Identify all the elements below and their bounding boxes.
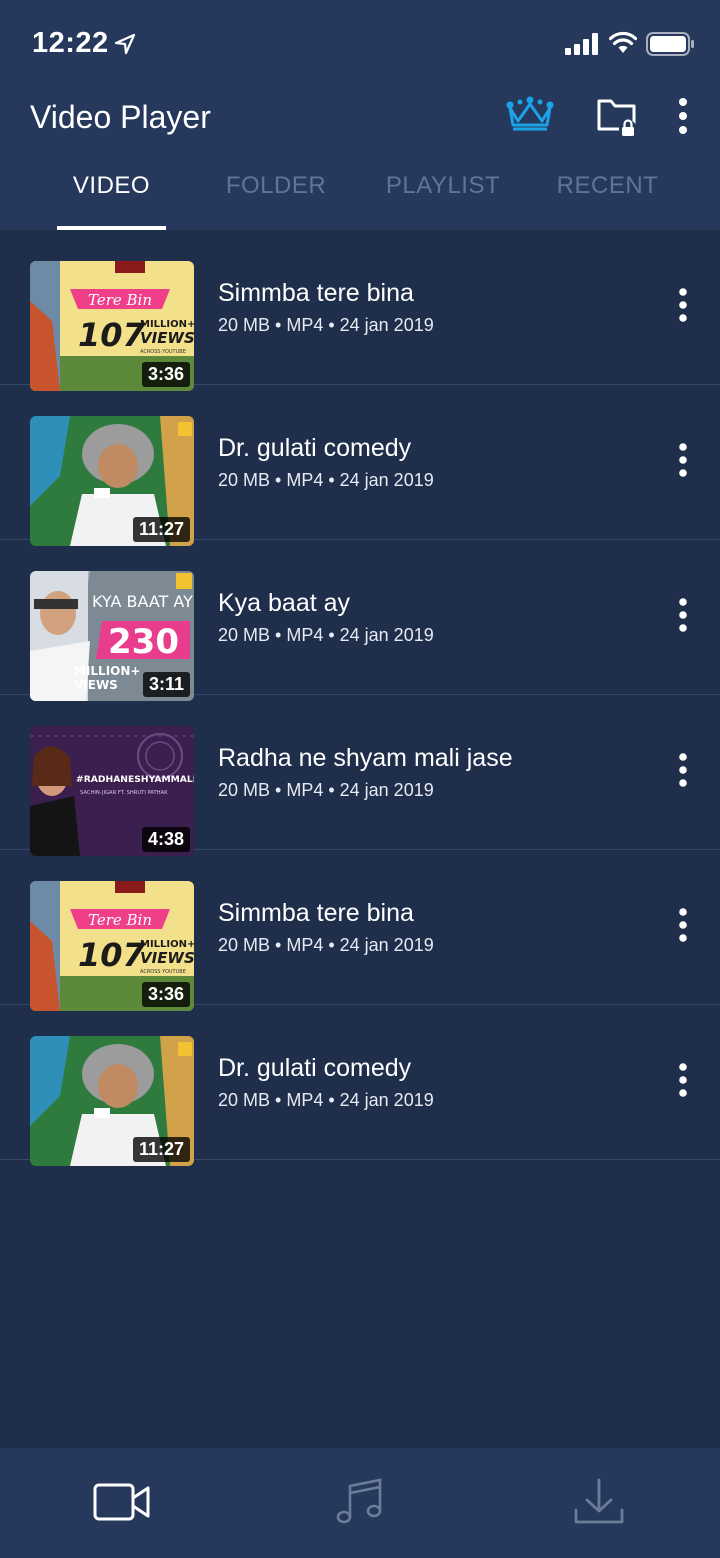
video-title: Simmba tere bina — [218, 899, 414, 927]
video-list-item[interactable]: KYA BAAT AY 230 MILLION+ VIEWS 3:11 Kya … — [0, 540, 720, 701]
thumbnail-caption: VIEWS — [74, 678, 118, 692]
thumbnail-caption: MILLION+ — [74, 664, 140, 678]
video-meta: 20 MB • MP4 • 24 jan 2019 — [218, 315, 434, 335]
video-list-item[interactable]: #RADHANESHYAMMALIJASHE SACHIN-JIGAR FT. … — [0, 695, 720, 856]
thumbnail-caption: 107 — [78, 316, 146, 354]
video-meta: 20 MB • MP4 • 24 jan 2019 — [218, 625, 434, 645]
tab-playlist[interactable]: PLAYLIST — [378, 172, 508, 230]
thumbnail-caption: 107 — [78, 936, 146, 974]
video-duration: 3:36 — [141, 982, 190, 1007]
tab-video[interactable]: VIDEO — [57, 172, 166, 230]
video-list-item[interactable]: Tere Bin 107 MILLION+ VIEWS ACROSS YOUTU… — [0, 230, 720, 391]
video-duration: 11:27 — [132, 1137, 190, 1162]
more-options-icon[interactable] — [670, 288, 696, 322]
folder-lock-icon[interactable] — [596, 95, 638, 137]
more-options-icon[interactable] — [670, 98, 696, 134]
video-meta: 20 MB • MP4 • 24 jan 2019 — [218, 935, 434, 955]
thumbnail-caption: Tere Bin — [88, 291, 152, 309]
video-thumbnail[interactable]: Tere Bin 107 MILLION+ VIEWS ACROSS YOUTU… — [30, 881, 194, 1011]
video-thumbnail[interactable]: #RADHANESHYAMMALIJASHE SACHIN-JIGAR FT. … — [30, 726, 194, 856]
video-title: Radha ne shyam mali jase — [218, 744, 513, 772]
battery-icon — [646, 32, 694, 56]
video-thumbnail[interactable]: Tere Bin 107 MILLION+ VIEWS ACROSS YOUTU… — [30, 261, 194, 391]
tab-folder[interactable]: FOLDER — [216, 172, 336, 230]
thumbnail-caption: VIEWS — [140, 949, 194, 967]
thumbnail-caption: ACROSS YOUTUBE — [140, 349, 186, 355]
video-meta: 20 MB • MP4 • 24 jan 2019 — [218, 780, 434, 800]
bottom-navigation — [0, 1448, 720, 1558]
video-title: Dr. gulati comedy — [218, 1054, 412, 1082]
more-options-icon[interactable] — [670, 1063, 696, 1097]
video-list-item[interactable]: Tere Bin 107 MILLION+ VIEWS ACROSS YOUTU… — [0, 850, 720, 1011]
thumbnail-caption: #RADHANESHYAMMALIJASHE — [76, 774, 194, 785]
video-thumbnail[interactable]: KYA BAAT AY 230 MILLION+ VIEWS 3:11 — [30, 571, 194, 701]
video-duration: 3:36 — [141, 362, 190, 387]
video-title: Dr. gulati comedy — [218, 434, 412, 462]
cellular-signal-icon — [565, 33, 598, 55]
thumbnail-caption: 230 — [108, 622, 179, 662]
app-title: Video Player — [30, 99, 211, 135]
video-title: Kya baat ay — [218, 589, 351, 617]
video-meta: 20 MB • MP4 • 24 jan 2019 — [218, 470, 434, 490]
tab-bar: VIDEO FOLDER PLAYLIST RECENT — [0, 172, 720, 230]
video-list-item[interactable]: 11:27 Dr. gulati comedy 20 MB • MP4 • 24… — [0, 1005, 720, 1166]
video-list-item[interactable]: 11:27 Dr. gulati comedy 20 MB • MP4 • 24… — [0, 385, 720, 546]
tab-recent[interactable]: RECENT — [550, 172, 665, 230]
status-time: 12:22 — [32, 27, 109, 59]
more-options-icon[interactable] — [670, 908, 696, 942]
video-camera-icon[interactable] — [90, 1476, 154, 1528]
location-arrow-icon — [114, 33, 136, 55]
app-header: 12:22 Video Player VIDEO FOLDER PLAYLIST… — [0, 0, 720, 230]
download-icon[interactable] — [567, 1476, 631, 1528]
thumbnail-caption: Tere Bin — [88, 911, 152, 929]
thumbnail-caption: ACROSS YOUTUBE — [140, 969, 186, 975]
video-thumbnail[interactable]: 11:27 — [30, 1036, 194, 1166]
thumbnail-caption: VIEWS — [140, 329, 194, 347]
thumbnail-caption: KYA BAAT AY — [92, 592, 193, 611]
more-options-icon[interactable] — [670, 598, 696, 632]
thumbnail-caption: SACHIN-JIGAR FT. SHRUTI PATHAK — [80, 790, 168, 796]
wifi-icon — [609, 31, 637, 53]
music-note-icon[interactable] — [328, 1476, 392, 1528]
crown-icon[interactable] — [504, 94, 556, 134]
more-options-icon[interactable] — [670, 443, 696, 477]
video-duration: 3:11 — [142, 672, 190, 697]
status-bar: 12:22 — [0, 0, 720, 90]
video-duration: 11:27 — [132, 517, 190, 542]
video-duration: 4:38 — [141, 827, 190, 852]
more-options-icon[interactable] — [670, 753, 696, 787]
video-title: Simmba tere bina — [218, 279, 414, 307]
video-thumbnail[interactable]: 11:27 — [30, 416, 194, 546]
video-meta: 20 MB • MP4 • 24 jan 2019 — [218, 1090, 434, 1110]
